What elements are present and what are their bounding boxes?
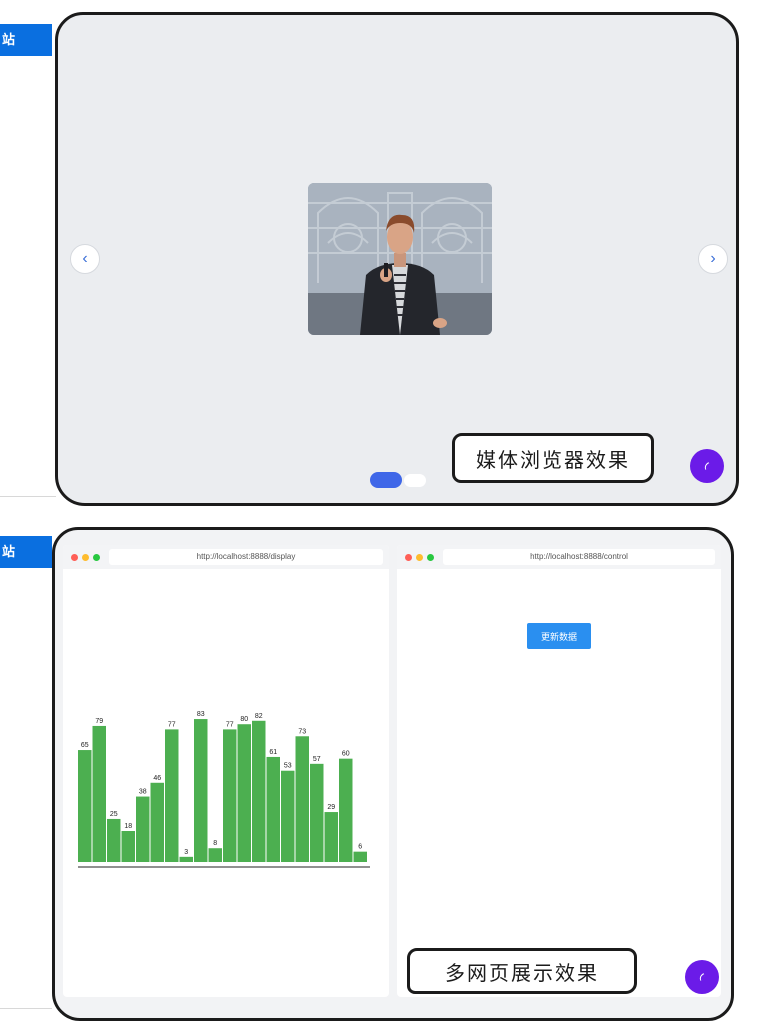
bar-value-label: 60 xyxy=(342,751,350,758)
bar-value-label: 73 xyxy=(298,728,306,735)
bar-value-label: 46 xyxy=(153,775,161,782)
multipage-panel: http://localhost:8888/display 65 79 25 18 38… xyxy=(52,527,734,1021)
chart-bar xyxy=(281,770,295,862)
chart-bar xyxy=(266,756,280,862)
media-gallery-panel: ‹ › 媒体浏览器效果 xyxy=(55,12,739,506)
gallery-image[interactable] xyxy=(308,183,492,335)
bar-value-label: 8 xyxy=(213,840,217,847)
chart-bar xyxy=(107,818,121,862)
chart-bar xyxy=(237,724,251,862)
minimize-dot-icon[interactable] xyxy=(416,553,423,561)
next-button[interactable]: › xyxy=(698,244,728,274)
chart-bar xyxy=(324,812,338,862)
chart-bar xyxy=(136,796,150,862)
chart-bar xyxy=(310,763,324,862)
browser-titlebar: http://localhost:8888/display xyxy=(63,545,389,569)
display-browser-window: http://localhost:8888/display 65 79 25 18 38… xyxy=(63,545,389,997)
floating-action-button[interactable] xyxy=(685,960,719,994)
chart-bar xyxy=(208,848,222,862)
chevron-right-icon: › xyxy=(710,250,716,267)
chevron-left-icon: ‹ xyxy=(82,250,88,267)
bar-value-label: 29 xyxy=(327,804,335,811)
chart-bar xyxy=(179,856,193,862)
refresh-icon xyxy=(703,462,711,470)
bar-value-label: 6 xyxy=(358,844,362,851)
refresh-icon xyxy=(698,973,706,981)
bar-value-label: 79 xyxy=(95,718,103,725)
address-bar[interactable]: http://localhost:8888/display xyxy=(109,549,383,565)
caption-label: 多网页展示效果 xyxy=(407,948,637,994)
bar-value-label: 38 xyxy=(139,789,147,796)
chart-bar xyxy=(121,831,135,862)
close-dot-icon[interactable] xyxy=(405,553,412,561)
previous-button[interactable]: ‹ xyxy=(70,244,100,274)
bar-value-label: 53 xyxy=(284,763,292,770)
bar-value-label: 80 xyxy=(240,716,248,723)
maximize-dot-icon[interactable] xyxy=(93,553,100,561)
floating-action-button[interactable] xyxy=(690,449,724,483)
bar-value-label: 61 xyxy=(269,749,277,756)
minimize-dot-icon[interactable] xyxy=(82,553,89,561)
caption-label: 媒体浏览器效果 xyxy=(452,433,654,483)
chart-bar xyxy=(150,782,164,862)
sidebar-tab-label: 站 xyxy=(2,544,16,559)
bar-chart: 65 79 25 18 38 46 77 3 83 8 77 80 82 61 53 73 57 29 60 6 xyxy=(78,711,370,868)
bar-value-label: 25 xyxy=(110,811,118,818)
control-browser-window: http://localhost:8888/control 更新数据 xyxy=(397,545,721,997)
sidebar-tab[interactable]: 站 xyxy=(0,24,52,56)
bar-value-label: 65 xyxy=(81,742,89,749)
chart-bar xyxy=(92,725,106,862)
address-bar[interactable]: http://localhost:8888/control xyxy=(443,549,715,565)
chart-bar xyxy=(194,719,208,862)
pagination-dot-active[interactable] xyxy=(370,472,402,488)
bar-value-label: 82 xyxy=(255,713,263,720)
bar-value-label: 77 xyxy=(226,721,234,728)
browser-titlebar: http://localhost:8888/control xyxy=(397,545,721,569)
bar-value-label: 77 xyxy=(168,721,176,728)
bar-value-label: 3 xyxy=(184,849,188,856)
caption-text: 多网页展示效果 xyxy=(445,960,599,985)
update-data-button[interactable]: 更新数据 xyxy=(527,623,591,649)
close-dot-icon[interactable] xyxy=(71,553,78,561)
divider xyxy=(0,1008,52,1009)
chart-bar xyxy=(339,758,353,862)
bar-value-label: 57 xyxy=(313,756,321,763)
caption-text: 媒体浏览器效果 xyxy=(476,447,630,472)
bar-value-label: 18 xyxy=(124,823,132,830)
chart-bar xyxy=(353,851,367,862)
sidebar-tab-label: 站 xyxy=(2,32,16,47)
chart-bar xyxy=(252,720,266,862)
divider xyxy=(0,496,56,497)
gallery-photo xyxy=(308,183,492,335)
pagination-dot[interactable] xyxy=(404,474,426,487)
chart-bar xyxy=(223,729,237,862)
chart-bar xyxy=(165,729,179,862)
chart-bar xyxy=(295,736,309,862)
chart-bar xyxy=(78,750,92,862)
bar-value-label: 83 xyxy=(197,711,205,718)
maximize-dot-icon[interactable] xyxy=(427,553,434,561)
sidebar-tab[interactable]: 站 xyxy=(0,536,52,568)
